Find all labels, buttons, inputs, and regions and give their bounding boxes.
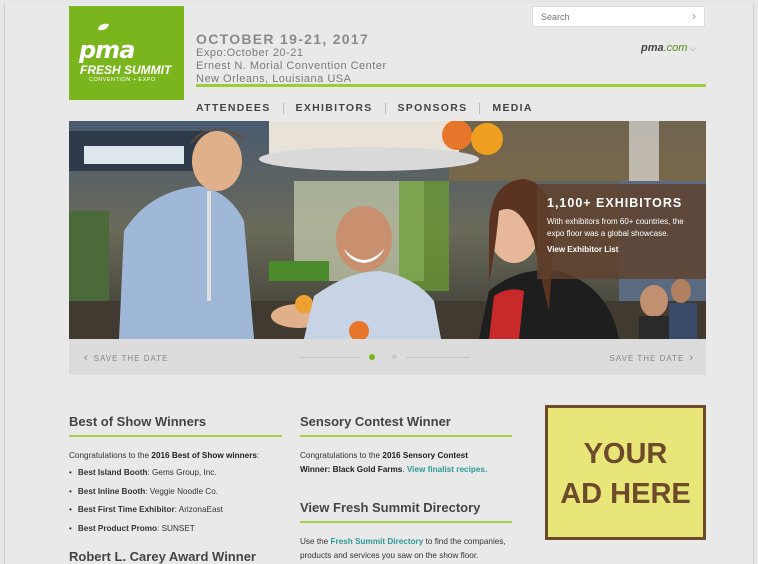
award-winner: : Veggie Noodle Co. [145,486,219,496]
nav-sponsors[interactable]: SPONSORS [384,103,480,114]
slider-controls: ‹ SAVE THE DATE SAVE THE DATE › [69,339,706,375]
chevron-right-icon[interactable]: › [692,9,696,23]
list-item: Best Product Promo: SUNSET [69,520,223,539]
pma-com-brand: pma [641,42,664,54]
ad-line2: AD HERE [560,478,691,510]
event-venue: Ernest N. Morial Convention Center [196,60,387,72]
fresh-summit-directory-link[interactable]: Fresh Summit Directory [331,537,424,546]
list-item: Best Inline Booth: Veggie Noodle Co. [69,483,223,502]
directory-rule [300,521,512,523]
winners-list: Best Island Booth: Gems Group, Inc. Best… [69,464,223,538]
promo-description: With exhibitors from 60+ countries, the … [547,217,684,238]
ad-placeholder[interactable]: YOUR AD HERE [545,405,706,540]
ad-line1: YOUR [583,438,668,470]
slider-prev-label: SAVE THE DATE [93,354,169,363]
slider-rule-right [406,357,470,358]
directory-title: View Fresh Summit Directory [300,500,481,515]
intro-text: Congratulations to the [69,451,152,460]
award-label: Best Island Booth [77,468,148,477]
award-winner: : ArizonaEast [174,505,223,514]
pma-fresh-summit-logo[interactable]: pma FRESH SUMMIT CONVENTION + EXPO [69,6,184,100]
award-winner: : SUNSET [157,523,195,533]
directory-post1: to find the companies, [423,537,506,546]
view-finalist-recipes-link[interactable]: View finalist recipes. [407,465,487,474]
slider-dot[interactable] [392,354,397,359]
view-exhibitor-list-link[interactable]: View Exhibitor List [547,245,696,254]
main-nav: ATTENDEES EXHIBITORS SPONSORS MEDIA [196,103,545,114]
nav-attendees[interactable]: ATTENDEES [196,103,283,114]
leaf-icon [98,23,109,31]
search-input[interactable] [533,7,673,27]
slider-prev[interactable]: ‹ SAVE THE DATE [84,352,168,364]
pma-com-link[interactable]: pma.com ⌵ [641,42,696,54]
pma-com-domain: .com [663,42,688,54]
award-label: Best First Time Exhibitor [77,505,175,514]
carey-award-title: Robert L. Carey Award Winner [69,549,256,564]
best-of-show-title: Best of Show Winners [69,414,207,429]
exhibitors-promo: 1,100+ EXHIBITORS With exhibitors from 6… [537,184,706,279]
directory-post2: products and services you saw on the sho… [300,550,479,560]
slider-next[interactable]: SAVE THE DATE › [610,352,694,364]
sensory-text: Congratulations to the 2016 Sensory Cont… [300,449,520,476]
award-label: Best Inline Booth [77,486,146,496]
chevron-down-icon: ⌵ [689,43,697,53]
directory-text: Use the Fresh Summit Directory to find t… [300,535,530,562]
event-date: OCTOBER 19-21, 2017 [196,31,370,47]
list-item: Best Island Booth: Gems Group, Inc. [69,464,223,483]
sensory-bold2: Winner: Black Gold Farms [300,464,403,474]
sensory-contest-title: Sensory Contest Winner [300,414,451,429]
header-divider [196,84,706,87]
sensory-bold1: 2016 Sensory Contest [382,451,468,460]
logo-brand: pma [79,36,135,64]
award-label: Best Product Promo [77,523,158,533]
sensory-rule [300,435,512,437]
intro-bold: 2016 Best of Show winners [151,451,257,460]
hero-slider: 1,100+ EXHIBITORS With exhibitors from 6… [69,121,706,339]
promo-title: 1,100+ EXHIBITORS [547,196,683,210]
directory-pre: Use the [300,537,331,546]
chevron-left-icon: ‹ [84,352,89,364]
search-box: › [532,6,705,27]
nav-media[interactable]: MEDIA [479,103,544,114]
slider-dot-active[interactable] [369,354,375,360]
logo-subtitle: CONVENTION + EXPO [89,77,156,83]
best-of-show-intro: Congratulations to the 2016 Best of Show… [69,449,282,463]
nav-exhibitors[interactable]: EXHIBITORS [282,103,385,114]
best-of-show-rule [69,435,282,437]
list-item: Best First Time Exhibitor: ArizonaEast [69,501,223,520]
page: pma FRESH SUMMIT CONVENTION + EXPO OCTOB… [4,4,754,564]
logo-title: FRESH SUMMIT [80,63,172,77]
slider-next-label: SAVE THE DATE [609,354,685,363]
sensory-pre: Congratulations to the [300,451,383,460]
event-expo-dates: Expo:October 20-21 [196,47,304,59]
slider-rule-left [299,357,359,358]
intro-punct: : [256,451,260,460]
chevron-right-icon: › [689,352,694,364]
award-winner: : Gems Group, Inc. [147,468,217,477]
